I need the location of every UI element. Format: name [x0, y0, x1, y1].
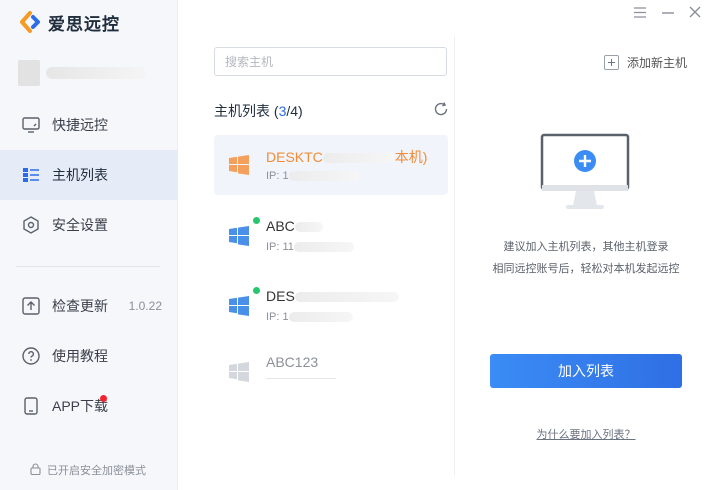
- user-profile[interactable]: [18, 60, 146, 86]
- title-prefix: 主机列表 (: [214, 103, 279, 119]
- host-list-title: 主机列表 (3/4): [214, 101, 303, 121]
- windows-icon: [229, 155, 249, 175]
- host-item[interactable]: DESKTC 本机) IP: 1: [214, 135, 448, 195]
- host-count-total: /4: [286, 103, 299, 119]
- host-ip: IP: 1: [266, 311, 353, 323]
- host-item[interactable]: ABC123: [214, 342, 448, 402]
- plus-icon: [604, 55, 619, 70]
- sidebar-item-app-download[interactable]: APP下载: [0, 381, 178, 431]
- phone-icon: [22, 397, 40, 415]
- refresh-icon[interactable]: [433, 101, 449, 117]
- hint-line-2: 相同远控账号后，轻松对本机发起远控: [492, 263, 680, 275]
- windows-icon: [229, 226, 249, 246]
- upload-icon: [22, 297, 40, 315]
- monitor-illustration: [540, 133, 632, 215]
- secure-mode-status: 已开启安全加密模式: [30, 462, 146, 478]
- sidebar-item-label: 安全设置: [52, 217, 108, 233]
- search-input[interactable]: [214, 47, 447, 76]
- windows-icon: [229, 362, 249, 382]
- list-icon: [22, 166, 40, 184]
- app-logo: 爱思远控: [20, 10, 120, 34]
- sidebar-item-quick-remote[interactable]: 快捷远控: [0, 100, 178, 150]
- sidebar-item-label: 检查更新: [52, 298, 108, 314]
- secure-mode-label: 已开启安全加密模式: [47, 465, 146, 477]
- username-redacted: [46, 67, 146, 79]
- add-new-host-button[interactable]: 添加新主机: [604, 54, 687, 71]
- windows-icon: [229, 296, 249, 316]
- avatar: [18, 60, 40, 86]
- lock-icon: [30, 462, 41, 478]
- host-underline: [266, 378, 336, 379]
- host-item[interactable]: ABC IP: 11: [214, 206, 448, 266]
- add-new-host-label: 添加新主机: [627, 56, 688, 70]
- app-name: 爱思远控: [48, 14, 120, 34]
- sidebar: 爱思远控 快捷远控 主机列表 安全设置 检查更新 1.0.22 使用教程 APP…: [0, 0, 178, 490]
- version-label: 1.0.22: [128, 299, 162, 313]
- close-icon[interactable]: [686, 4, 704, 20]
- host-name: ABC123: [266, 354, 319, 370]
- hint-line-1: 建议加入主机列表，其他主机登录: [503, 241, 669, 253]
- sidebar-item-label: 快捷远控: [52, 117, 108, 133]
- host-name: DESKTC 本机): [266, 149, 428, 165]
- sidebar-item-security[interactable]: 安全设置: [0, 200, 178, 250]
- logo-icon: [20, 11, 42, 33]
- title-suffix: ): [298, 103, 303, 119]
- monitor-icon: [22, 116, 40, 134]
- host-ip: IP: 1: [266, 170, 359, 182]
- sidebar-item-label: 使用教程: [52, 348, 108, 364]
- shield-icon: [22, 216, 40, 234]
- minimize-icon[interactable]: [659, 4, 677, 20]
- app-window: 爱思远控 快捷远控 主机列表 安全设置 检查更新 1.0.22 使用教程 APP…: [0, 0, 713, 490]
- sidebar-item-check-update[interactable]: 检查更新 1.0.22: [0, 281, 178, 331]
- sidebar-item-tutorial[interactable]: 使用教程: [0, 331, 178, 381]
- host-name: ABC: [266, 218, 323, 234]
- sidebar-divider: [16, 266, 160, 267]
- online-status-dot: [253, 217, 260, 224]
- host-name: DES: [266, 288, 399, 304]
- column-divider: [454, 36, 455, 476]
- why-add-link[interactable]: 为什么要加入列表？: [466, 426, 706, 442]
- sidebar-item-label: 主机列表: [52, 167, 108, 183]
- host-ip: IP: 11: [266, 241, 354, 253]
- add-to-list-button[interactable]: 加入列表: [490, 354, 682, 388]
- add-hint-text: 建议加入主机列表，其他主机登录 相同远控账号后，轻松对本机发起远控: [466, 236, 706, 280]
- online-status-dot: [253, 287, 260, 294]
- menu-icon[interactable]: [631, 4, 649, 20]
- host-item[interactable]: DES IP: 1: [214, 276, 448, 336]
- help-icon: [22, 347, 40, 365]
- notification-badge: [100, 395, 107, 402]
- sidebar-item-host-list[interactable]: 主机列表: [0, 150, 178, 200]
